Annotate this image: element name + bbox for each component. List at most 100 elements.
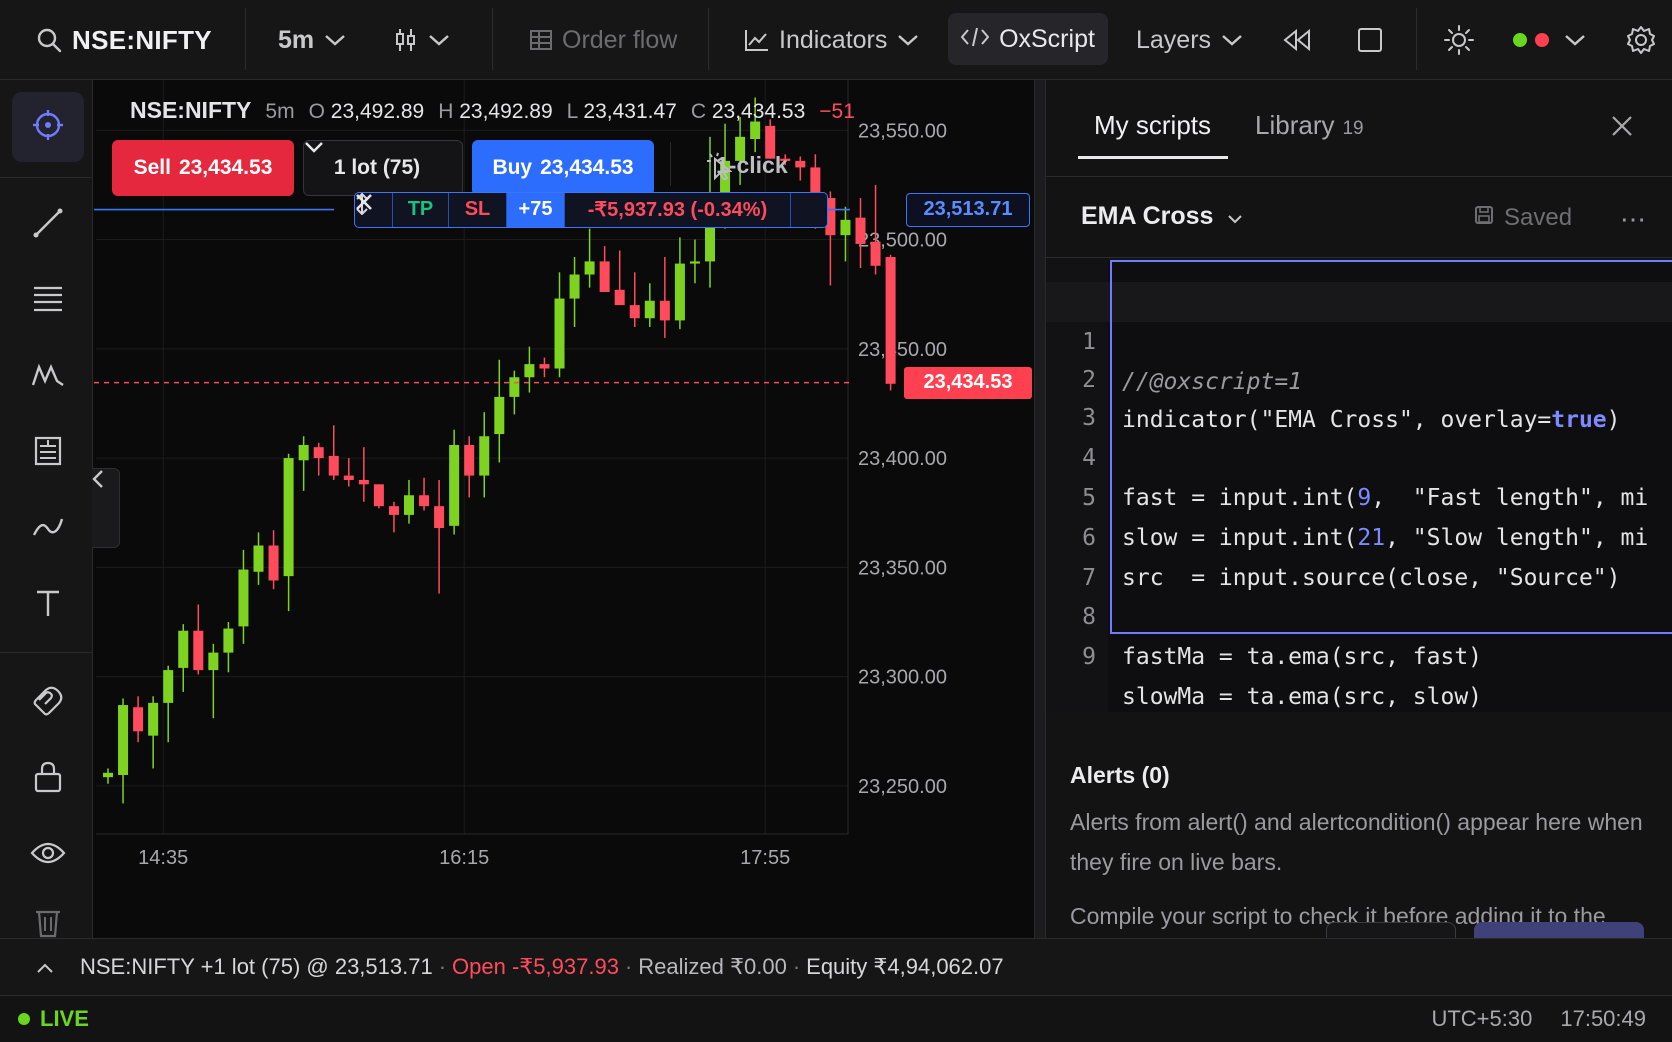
measure-tool[interactable] <box>12 418 84 488</box>
horizontal-lines-icon <box>32 285 64 318</box>
code-icon <box>960 25 990 54</box>
buy-price: 23,434.53 <box>540 156 634 179</box>
order-flow-button[interactable]: Order flow <box>530 0 677 80</box>
tab-my-scripts[interactable]: My scripts <box>1094 110 1211 141</box>
one-click-toggle[interactable]: 1-click <box>706 152 788 180</box>
collapse-toolbar-button[interactable] <box>92 468 120 548</box>
candle-body <box>840 219 851 236</box>
symbol-name: NSE:NIFTY <box>72 24 212 55</box>
take-profit-button[interactable]: TP <box>393 192 449 227</box>
tab-library-label: Library <box>1255 110 1335 140</box>
sun-icon <box>1444 25 1474 55</box>
symbol-search[interactable]: NSE:NIFTY <box>36 0 212 80</box>
code-line: 8 fastMa = ta.ema(src, fast) <box>1046 557 1672 670</box>
lock-tool[interactable] <box>12 744 84 814</box>
candle-body <box>855 217 866 244</box>
magnet-tool[interactable] <box>12 668 84 738</box>
crosshair-tool[interactable] <box>12 92 84 162</box>
candlestick-icon <box>394 27 418 53</box>
alerts-description: Alerts from alert() and alertcondition()… <box>1070 809 1643 875</box>
code-line: 9 slowMa = ta.ema(src, slow) <box>1046 597 1672 710</box>
expand-positions-button[interactable] <box>36 954 54 980</box>
candle-body <box>223 628 234 653</box>
position-summary: NSE:NIFTY +1 lot (75) @ 23,513.71 <box>80 954 433 979</box>
sell-button[interactable]: Sell 23,434.53 <box>112 140 294 196</box>
position-pnl: -₹5,937.93 (-0.34%) <box>565 192 791 227</box>
close-position-button[interactable] <box>356 193 827 227</box>
buy-button[interactable]: Buy 23,434.53 <box>472 140 654 196</box>
stop-loss-button[interactable]: SL <box>449 192 507 227</box>
close-icon <box>1611 115 1633 142</box>
pattern-tool[interactable] <box>12 342 84 412</box>
code-text: slowMa = ta.ema(src, slow) <box>1122 684 1483 710</box>
interval-label: 5m <box>278 25 315 54</box>
candle-body <box>208 652 219 671</box>
code-line: 1 //@oxscript=1 <box>1046 282 1672 395</box>
candle-body <box>118 705 129 775</box>
line-chart-icon <box>745 29 769 51</box>
code-line: 4 fast = input.int(9, "Fast length", mi <box>1046 398 1672 511</box>
separator: · <box>792 954 801 979</box>
fullscreen-button[interactable] <box>1357 0 1383 80</box>
more-options-button[interactable]: ⋯ <box>1620 204 1647 235</box>
candle-body <box>103 772 113 778</box>
lock-icon <box>34 761 62 798</box>
candle-body <box>298 444 309 461</box>
curve-icon <box>32 515 64 544</box>
magnet-icon <box>32 685 64 722</box>
clock-time: 17:50:49 <box>1560 1006 1646 1031</box>
settings-button[interactable] <box>1626 0 1656 80</box>
code-editor[interactable]: 1 //@oxscript=1 2 indicator("EMA Cross",… <box>1046 260 1672 712</box>
connection-status-dropdown[interactable] <box>1512 0 1586 80</box>
chevron-down-icon <box>1221 33 1243 47</box>
fib-tool[interactable] <box>12 266 84 336</box>
brush-tool[interactable] <box>12 494 84 564</box>
candle-body <box>674 263 685 321</box>
price-chart[interactable]: 23,550.00 23,500.00 23,450.00 23,400.00 23,3… <box>92 80 1034 938</box>
script-selector[interactable]: EMA Cross <box>1081 202 1243 231</box>
visibility-tool[interactable] <box>12 820 84 890</box>
code-line: 2 indicator("EMA Cross", overlay=true) <box>1046 320 1672 433</box>
candle-body <box>885 257 896 384</box>
candle-body <box>133 707 144 732</box>
last-price-tag: 23,434.53 <box>904 366 1032 399</box>
legend-interval: 5m <box>265 100 295 123</box>
candle-body <box>539 364 550 369</box>
layers-dropdown[interactable]: Layers <box>1136 0 1243 80</box>
candle-body <box>268 545 279 581</box>
panel-close-button[interactable] <box>1604 110 1640 146</box>
crosshair-icon <box>32 109 64 146</box>
order-flow-label: Order flow <box>562 25 678 54</box>
legend-open-label: O <box>308 100 325 123</box>
timezone-label[interactable]: UTC+5:30 <box>1431 1006 1532 1032</box>
script-header: EMA Cross Saved ⋯ <box>1046 178 1672 258</box>
replay-button[interactable] <box>1282 0 1312 80</box>
panel-resize-handle[interactable] <box>1034 80 1046 938</box>
trend-line-tool[interactable] <box>12 190 84 260</box>
text-tool[interactable] <box>12 570 84 640</box>
library-count-badge: 19 <box>1342 118 1364 139</box>
panel-tabs: My scripts Library 19 <box>1046 80 1672 177</box>
buy-label: Buy <box>492 156 533 179</box>
candle-body <box>870 241 881 266</box>
interval-dropdown[interactable]: 5m <box>278 0 346 80</box>
chevron-down-icon <box>428 33 450 47</box>
position-order-bar[interactable]: TP SL +75 -₹5,937.93 (-0.34%) <box>354 191 828 228</box>
lot-size-dropdown[interactable]: 1 lot (75) <box>303 140 463 196</box>
square-icon <box>1357 27 1383 53</box>
zigzag-icon <box>31 363 65 392</box>
oxscript-button[interactable]: OxScript <box>948 13 1108 65</box>
delete-tool[interactable] <box>12 896 84 938</box>
tab-library[interactable]: Library 19 <box>1255 110 1364 141</box>
chevron-down-icon <box>324 33 346 47</box>
indicators-dropdown[interactable]: Indicators <box>745 0 919 80</box>
position-status-bar: NSE:NIFTY +1 lot (75) @ 23,513.71 · Open… <box>0 938 1672 996</box>
legend-close-label: C <box>690 100 707 123</box>
candle-body <box>509 377 520 397</box>
theme-toggle[interactable] <box>1444 0 1474 80</box>
table-icon <box>530 30 552 50</box>
chart-type-dropdown[interactable] <box>394 0 450 80</box>
legend-high-label: H <box>438 100 454 123</box>
line-icon <box>32 207 64 244</box>
candle-body <box>494 396 505 435</box>
